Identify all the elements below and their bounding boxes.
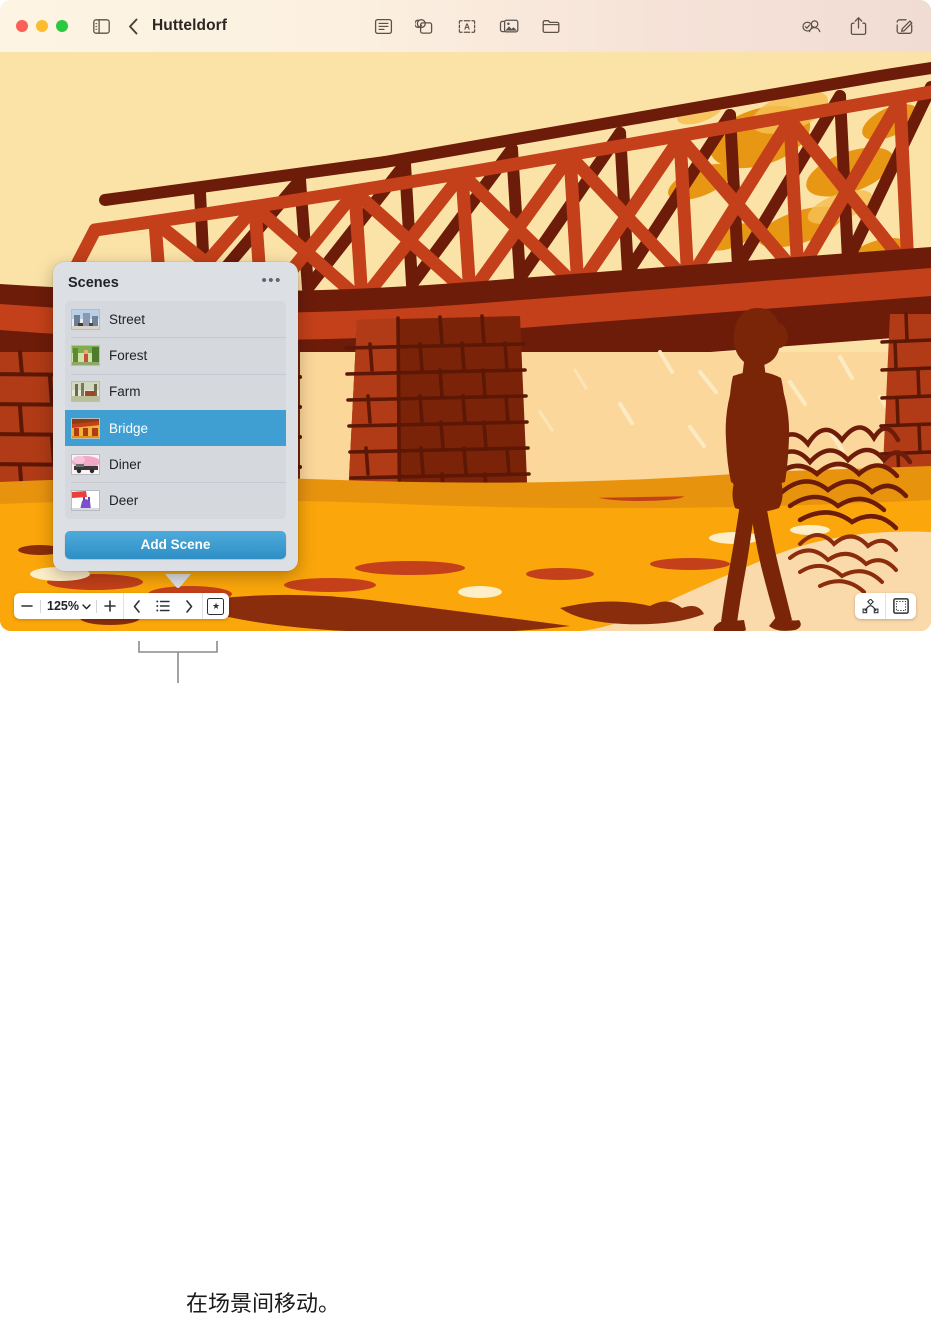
zoom-out-button[interactable]: [14, 593, 40, 619]
back-button[interactable]: [120, 13, 146, 39]
maximize-window-button[interactable]: [56, 20, 68, 32]
previous-scene-button[interactable]: [124, 593, 150, 619]
scene-list-item-diner[interactable]: Diner: [65, 446, 286, 482]
toolbar-center-group: A: [370, 13, 564, 39]
text-frame-icon[interactable]: A: [454, 13, 480, 39]
scene-list-item-bridge[interactable]: Bridge: [65, 409, 286, 447]
document-title: Hutteldorf: [152, 17, 228, 34]
format-icon[interactable]: [886, 593, 916, 619]
next-scene-button[interactable]: [176, 593, 202, 619]
zoom-level-popup[interactable]: 125%: [41, 599, 96, 613]
callout-annotation: 在场景间移动。: [0, 631, 931, 1317]
scenes-title: Scenes: [68, 275, 119, 291]
callout-bracket: [138, 641, 218, 683]
scene-label: Forest: [109, 347, 148, 363]
popover-pointer-arrow: [165, 574, 191, 588]
scene-list-item-farm[interactable]: Farm: [65, 373, 286, 410]
media-icon[interactable]: [496, 13, 522, 39]
favorite-scene-button[interactable]: ★: [203, 593, 229, 619]
zoom-level-value: 125%: [47, 599, 79, 613]
scene-list: Street Forest Farm Bridge Diner Deer: [65, 301, 286, 519]
bottom-right-toolbar: [855, 593, 916, 619]
scene-label: Deer: [109, 493, 139, 509]
scene-thumbnail: [71, 453, 100, 475]
share-icon[interactable]: [845, 13, 871, 39]
scene-list-button[interactable]: [150, 593, 176, 619]
scene-label: Bridge: [109, 420, 149, 436]
callout-text: 在场景间移动。: [186, 1292, 341, 1317]
window-titlebar: Hutteldorf A: [0, 0, 931, 52]
scene-list-item-forest[interactable]: Forest: [65, 337, 286, 373]
scene-thumbnail: [71, 417, 100, 439]
scene-label: Diner: [109, 456, 142, 472]
add-scene-button[interactable]: Add Scene: [65, 530, 286, 559]
sidebar-toggle-icon[interactable]: [88, 13, 114, 39]
scene-thumbnail: [71, 490, 100, 512]
zoom-toolbar: 125% ★: [14, 593, 229, 619]
toolbar-right-group: [799, 13, 917, 39]
scenes-more-options-button[interactable]: •••: [259, 273, 283, 292]
traffic-light-buttons: [16, 20, 68, 32]
close-window-button[interactable]: [16, 20, 28, 32]
scene-thumbnail: [71, 344, 100, 366]
scene-list-item-deer[interactable]: Deer: [65, 482, 286, 518]
svg-text:A: A: [464, 21, 470, 31]
star-icon: ★: [207, 597, 225, 615]
scene-list-item-street[interactable]: Street: [65, 301, 286, 337]
scenes-popover: Scenes ••• Street Forest Farm Bridge Din…: [53, 262, 298, 571]
chevron-down-icon: [82, 599, 91, 613]
shape-icon[interactable]: [412, 13, 438, 39]
folder-icon[interactable]: [538, 13, 564, 39]
animate-icon[interactable]: [855, 593, 885, 619]
collaborate-icon[interactable]: [799, 13, 825, 39]
scenes-popover-header: Scenes •••: [65, 273, 286, 301]
markup-icon[interactable]: [891, 13, 917, 39]
scene-thumbnail: [71, 381, 100, 403]
minimize-window-button[interactable]: [36, 20, 48, 32]
app-window: Hutteldorf A Scenes ••• Street Forest Fa…: [0, 0, 931, 631]
scene-thumbnail: [71, 308, 100, 330]
scene-label: Street: [109, 311, 146, 327]
scene-label: Farm: [109, 384, 141, 400]
zoom-in-button[interactable]: [97, 593, 123, 619]
text-box-icon[interactable]: [370, 13, 396, 39]
